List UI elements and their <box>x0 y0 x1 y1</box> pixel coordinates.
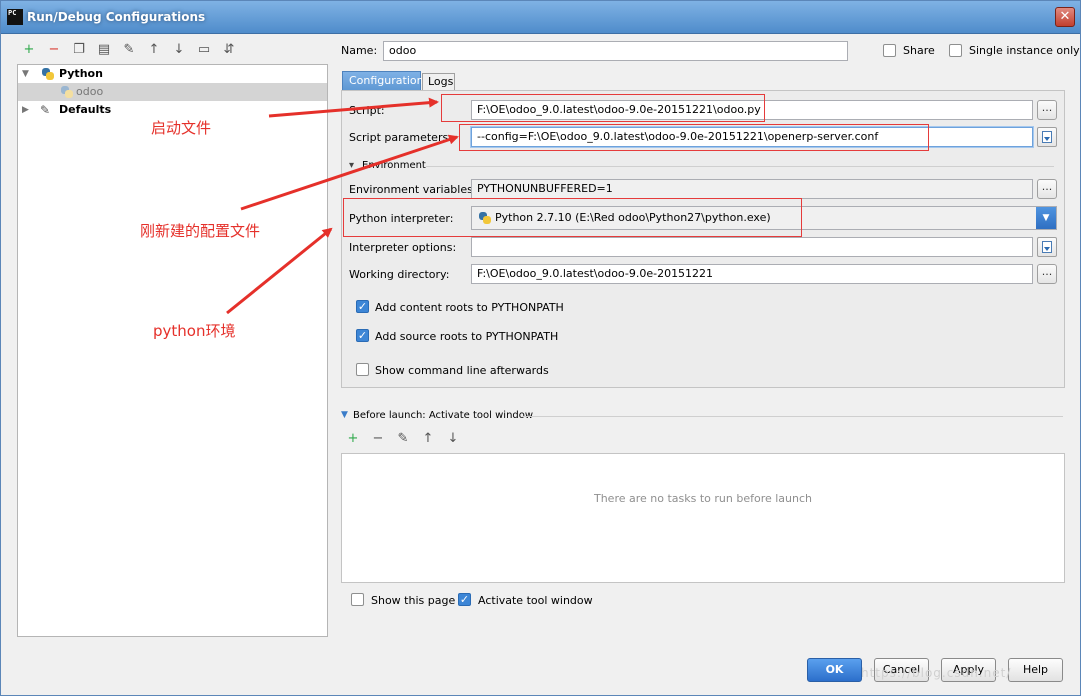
annotation-arrows <box>226 97 459 315</box>
arrow-to-params <box>240 134 459 211</box>
annotation-new-config-file: 刚新建的配置文件 <box>140 222 261 240</box>
annotation-python-env: python环境 <box>153 322 236 340</box>
annotation-startup-file: 启动文件 <box>151 119 212 137</box>
run-debug-dialog: PC Run/Debug Configurations ✕ + − ❐ ▤ ✎ ↑ ↓ ▭ ⇵ … <box>0 0 1081 696</box>
arrow-to-interpreter <box>226 227 333 315</box>
arrow-to-script <box>268 97 439 118</box>
